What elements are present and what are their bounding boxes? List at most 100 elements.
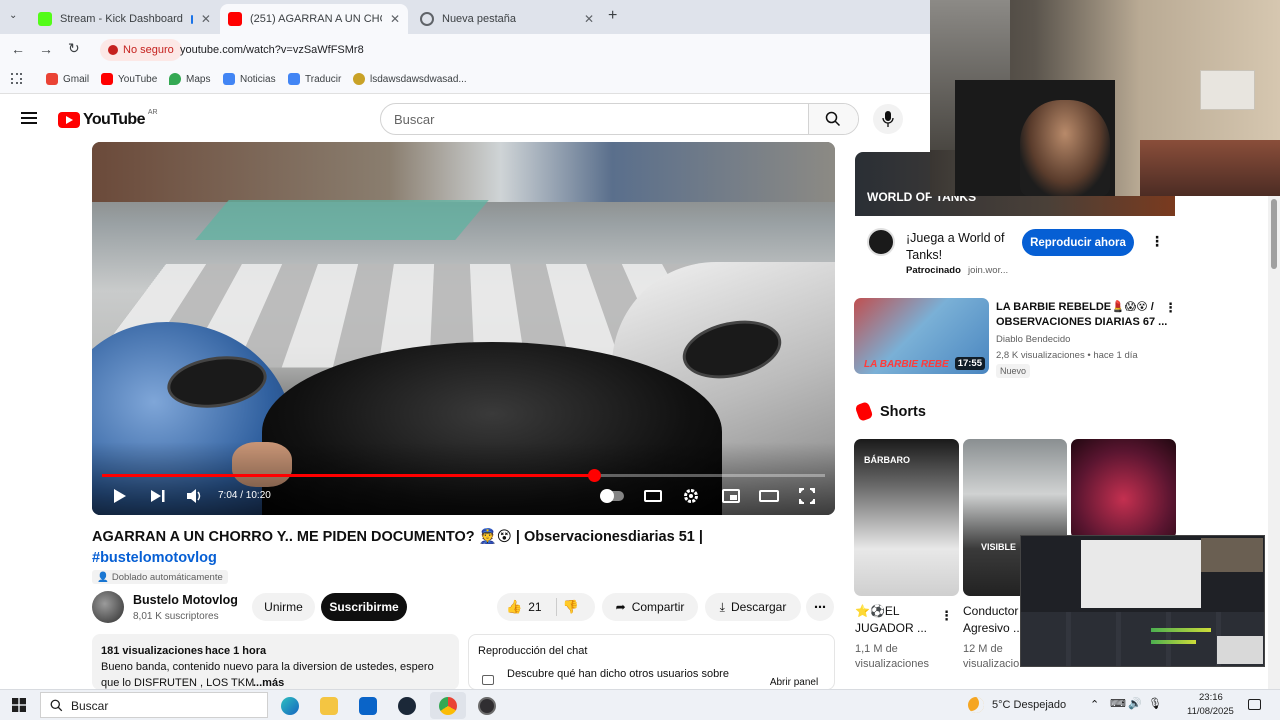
controls-gradient [92, 442, 835, 515]
bookmark-gmail[interactable]: Gmail [46, 73, 89, 85]
forward-arrow-icon[interactable]: → [39, 41, 53, 57]
weather-text[interactable]: 5°C Despejado [992, 699, 1066, 711]
scrollbar-thumb[interactable] [1271, 199, 1277, 269]
settings-gear-icon[interactable] [683, 488, 699, 504]
security-chip[interactable]: No seguro [100, 39, 182, 61]
reload-icon[interactable]: ↻ [68, 40, 80, 57]
share-button[interactable]: ➦ Compartir [602, 593, 698, 621]
download-button[interactable]: ⤓ Descargar [705, 593, 801, 621]
search-box[interactable]: Buscar [380, 103, 859, 135]
steam-icon[interactable] [398, 697, 416, 715]
page-scrollbar[interactable] [1268, 195, 1280, 689]
microphone-tray-icon[interactable]: 🎙 [1148, 697, 1162, 710]
tab-list-chevron-icon[interactable]: ⌄ [9, 10, 17, 21]
chat-replay-title: Reproducción del chat [478, 645, 588, 657]
kick-favicon-icon [38, 12, 52, 26]
chrome-icon[interactable] [439, 697, 457, 715]
autoplay-toggle[interactable] [600, 489, 624, 503]
miniplayer-icon[interactable] [722, 489, 740, 503]
short-views: 12 M de [963, 643, 1003, 655]
short-thumbnail[interactable]: BÁRBARO [854, 439, 959, 596]
description-box[interactable]: 181 visualizaciones hace 1 hora Bueno ba… [92, 634, 459, 690]
hamburger-menu-icon[interactable] [21, 112, 37, 124]
search-icon [50, 699, 63, 712]
play-icon[interactable] [113, 488, 127, 504]
next-video-icon[interactable] [150, 489, 166, 503]
subscribe-label: Suscribirme [329, 600, 399, 614]
obs-icon[interactable] [478, 697, 496, 715]
open-panel-button[interactable]: Abrir panel [755, 671, 833, 689]
ad-cta-button[interactable]: Reproducir ahora [1022, 229, 1134, 256]
subtitles-icon[interactable] [644, 490, 662, 502]
youtube-icon [101, 73, 113, 85]
short-title[interactable]: JUGADOR ... [855, 621, 927, 635]
search-input[interactable]: Buscar [394, 112, 434, 127]
windows-start-icon[interactable] [12, 698, 26, 712]
recommended-more-icon[interactable]: ⋮ [1164, 300, 1177, 316]
hashtag-link[interactable]: #bustelomotovlog [92, 550, 217, 566]
security-label: No seguro [123, 44, 174, 56]
channel-name[interactable]: Bustelo Motovlog [133, 593, 238, 607]
bookmark-custom[interactable]: lsdawsdawsdwasad... [353, 73, 467, 85]
bookmark-youtube[interactable]: YouTube [101, 73, 157, 85]
bookmark-label: YouTube [118, 73, 158, 85]
ad-title[interactable]: Tanks! [906, 248, 942, 262]
close-tab-icon[interactable]: ✕ [390, 12, 400, 26]
address-bar[interactable]: No seguro youtube.com/watch?v=vzSaWfFSMr… [98, 38, 930, 62]
close-tab-icon[interactable]: ✕ [584, 12, 594, 26]
taskbar-date[interactable]: 11/08/2025 [1187, 706, 1234, 717]
bookmark-noticias[interactable]: Noticias [223, 73, 276, 85]
thumbs-up-icon[interactable]: 👍 [506, 599, 522, 615]
notification-icon[interactable] [1248, 699, 1261, 710]
like-count[interactable]: 21 [528, 600, 541, 614]
show-more-link[interactable]: ...más [253, 677, 284, 689]
youtube-logo[interactable]: YouTube AR [58, 109, 158, 129]
video-title: AGARRAN A UN CHORRO Y.. ME PIDEN DOCUMEN… [92, 529, 703, 545]
apps-grid-icon[interactable] [11, 73, 22, 84]
translate-icon [288, 73, 300, 85]
short-more-icon[interactable]: ⋮ [940, 608, 953, 624]
thumbs-down-icon[interactable]: 👎 [563, 599, 579, 615]
voice-search-button[interactable] [873, 104, 903, 134]
ad-more-icon[interactable]: ⋮ [1150, 233, 1164, 250]
short-title[interactable]: ⭐⚽EL [855, 604, 900, 618]
search-button[interactable] [808, 104, 858, 134]
short-thumbnail[interactable] [1071, 439, 1176, 539]
theater-mode-icon[interactable] [759, 490, 779, 502]
tab-kick-dashboard[interactable]: Stream - Kick Dashboard ✕ [30, 4, 216, 34]
taskbar-search-box[interactable]: Buscar [40, 692, 268, 718]
progress-scrubber-handle[interactable] [588, 469, 601, 482]
taskbar-time[interactable]: 23:16 [1199, 692, 1223, 703]
recommended-title[interactable]: LA BARBIE REBELDE💄😱😵 / [996, 300, 1154, 313]
close-tab-icon[interactable]: ✕ [201, 12, 211, 26]
ad-title[interactable]: ¡Juega a World of [906, 231, 1004, 245]
short-title[interactable]: Agresivo ... [963, 621, 1023, 635]
file-explorer-icon[interactable] [320, 697, 338, 715]
new-tab-plus-icon[interactable]: + [608, 7, 617, 25]
tab-new-tab[interactable]: Nueva pestaña ✕ [412, 4, 602, 34]
fullscreen-icon[interactable] [799, 488, 815, 504]
subscribe-button[interactable]: Suscribirme [321, 593, 407, 621]
volume-icon[interactable] [186, 488, 204, 504]
bookmark-traducir[interactable]: Traducir [288, 73, 341, 85]
short-title[interactable]: Conductor [963, 604, 1018, 618]
back-arrow-icon[interactable]: ← [11, 41, 25, 57]
network-icon[interactable]: ⌨ [1110, 697, 1126, 710]
tab-youtube-video[interactable]: (251) AGARRAN A UN CHORRO ✕ [220, 4, 408, 34]
obs-preview-overlay [1020, 535, 1265, 667]
recommended-thumbnail[interactable]: LA BARBIE REBE 17:55 [854, 298, 989, 374]
tray-chevron-icon[interactable]: ⌃ [1090, 698, 1099, 711]
join-button[interactable]: Unirme [252, 593, 315, 621]
recommended-title[interactable]: OBSERVACIONES DIARIAS 67 ... [996, 316, 1167, 328]
edge-icon[interactable] [281, 697, 299, 715]
ad-logo [867, 228, 895, 256]
channel-avatar[interactable] [92, 591, 124, 623]
autoplay-pause-icon [600, 489, 614, 503]
outlook-icon[interactable] [359, 697, 377, 715]
progress-bar[interactable] [102, 469, 825, 482]
speaker-icon[interactable]: 🔊 [1128, 697, 1142, 710]
bookmark-maps[interactable]: Maps [169, 73, 210, 85]
more-actions-button[interactable]: ⋯ [806, 593, 834, 621]
recommended-channel[interactable]: Diablo Bendecido [996, 334, 1070, 345]
video-player[interactable]: 7:04 / 10:20 [92, 142, 835, 515]
